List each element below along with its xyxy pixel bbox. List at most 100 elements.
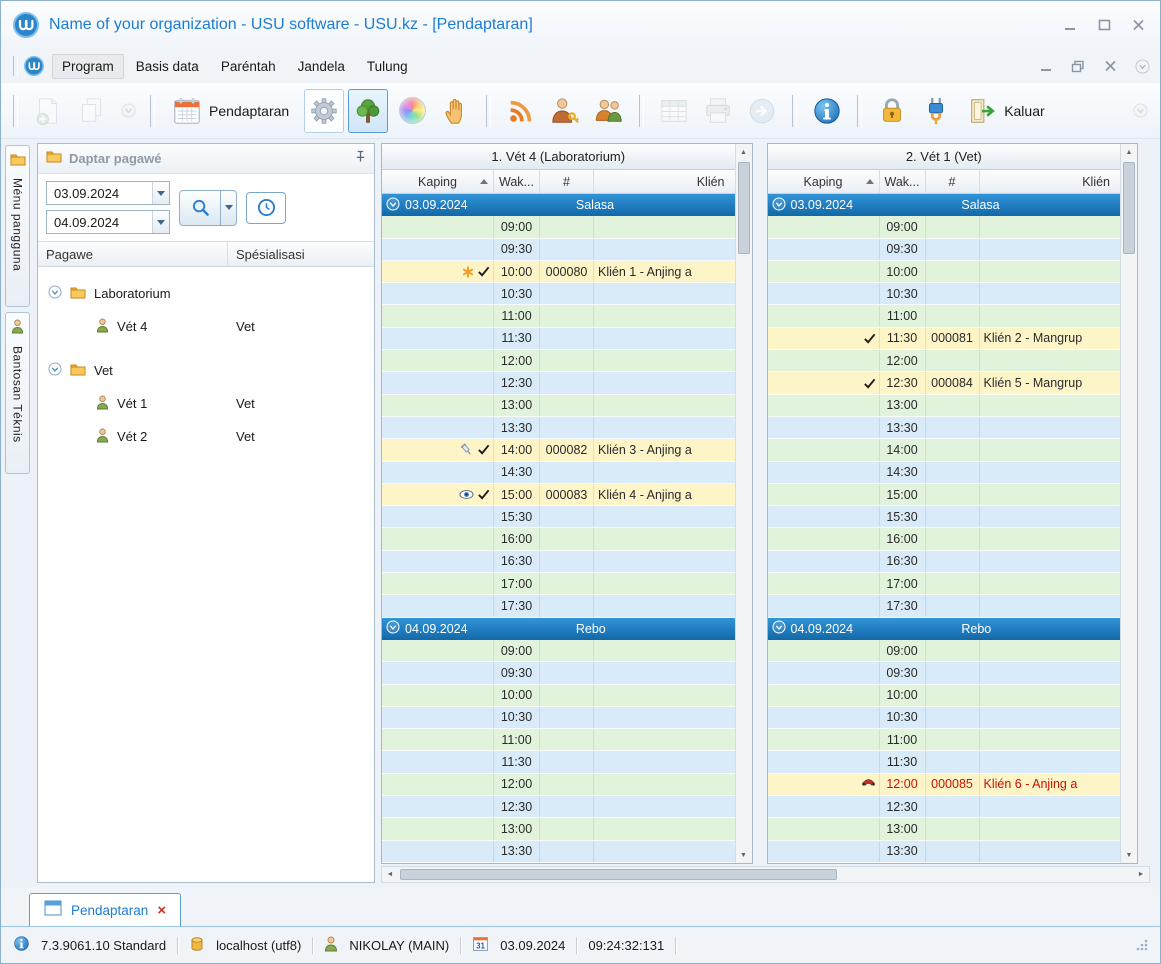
date-row[interactable]: 03.09.2024Salasa (382, 194, 735, 216)
employee-group-row[interactable]: Vet (38, 354, 374, 387)
slot-row[interactable]: 14:00000082Klién 3 - Anjing a (382, 439, 735, 461)
slot-row[interactable]: 11:30 (768, 751, 1121, 773)
slot-row[interactable]: 12:00 (768, 350, 1121, 372)
expand-icon[interactable] (772, 197, 786, 214)
settings-button[interactable] (304, 89, 344, 133)
pin-icon[interactable] (355, 150, 366, 168)
toolbar-more-button[interactable] (1128, 99, 1152, 123)
slot-row[interactable]: 15:00000083Klién 4 - Anjing a (382, 484, 735, 506)
slot-row[interactable]: 16:30 (768, 551, 1121, 573)
scroll-down-button[interactable]: ▼ (736, 847, 752, 863)
side-tab[interactable]: Bantosan Téknis (5, 312, 30, 474)
slot-row[interactable]: 13:00 (382, 395, 735, 417)
dropdown-arrow-icon[interactable] (152, 182, 169, 204)
scroll-right-button[interactable]: ► (1133, 867, 1149, 882)
slot-row[interactable]: 12:00 (382, 350, 735, 372)
expand-icon[interactable] (48, 362, 62, 379)
column-header-time[interactable]: Wak... (494, 170, 540, 193)
subscription-button[interactable] (501, 89, 541, 133)
slot-row[interactable]: 10:30 (382, 707, 735, 729)
slot-row[interactable]: 12:00 (382, 774, 735, 796)
record-actions-button[interactable] (116, 99, 140, 123)
copy-record-button[interactable] (72, 89, 112, 133)
menubar-grip[interactable] (13, 56, 18, 76)
slot-row[interactable]: 16:30 (382, 551, 735, 573)
slot-row[interactable]: 17:30 (768, 595, 1121, 617)
vertical-scrollbar-thumb[interactable] (738, 162, 750, 254)
slot-row[interactable]: 11:30 (382, 328, 735, 350)
side-tab[interactable]: Ménu pangguna (5, 145, 30, 307)
slot-row[interactable]: 14:00 (768, 439, 1121, 461)
print-button[interactable] (698, 89, 738, 133)
employee-row[interactable]: Vét 2Vet (38, 420, 374, 453)
slot-row[interactable]: 13:30 (768, 841, 1121, 863)
minimize-button[interactable] (1062, 18, 1078, 32)
expand-icon[interactable] (386, 620, 400, 637)
dropdown-arrow-icon[interactable] (152, 211, 169, 233)
slot-row[interactable]: 11:00 (382, 305, 735, 327)
search-button[interactable] (179, 190, 221, 226)
schedule-time-button[interactable] (246, 192, 286, 224)
scroll-up-button[interactable]: ▲ (736, 144, 752, 160)
slot-row[interactable]: 15:00 (768, 484, 1121, 506)
horizontal-scrollbar-thumb[interactable] (400, 869, 837, 880)
slot-row[interactable]: 09:30 (768, 662, 1121, 684)
expand-icon[interactable] (772, 620, 786, 637)
mdi-restore-button[interactable] (1070, 59, 1086, 73)
slot-row[interactable]: 10:30 (382, 283, 735, 305)
column-header-number[interactable]: # (540, 170, 594, 193)
table-view-button[interactable] (654, 89, 694, 133)
color-theme-button[interactable] (392, 89, 432, 133)
status-info-icon[interactable] (13, 935, 30, 955)
employee-group-row[interactable]: Laboratorium (38, 277, 374, 310)
scroll-up-button[interactable]: ▲ (1121, 144, 1137, 160)
menu-item[interactable]: Paréntah (211, 54, 286, 79)
users-button[interactable] (589, 89, 629, 133)
slot-row[interactable]: 13:30 (768, 417, 1121, 439)
expand-icon[interactable] (386, 197, 400, 214)
slot-row[interactable]: 09:00 (768, 640, 1121, 662)
exit-button[interactable]: Kaluar (960, 89, 1055, 133)
close-button[interactable] (1130, 18, 1146, 32)
slot-row[interactable]: 10:00000080Klién 1 - Anjing a (382, 261, 735, 283)
slot-row[interactable]: 14:30 (382, 462, 735, 484)
slot-row[interactable]: 13:00 (382, 818, 735, 840)
slot-row[interactable]: 12:30 (768, 796, 1121, 818)
scroll-down-button[interactable]: ▼ (1121, 847, 1137, 863)
slot-row[interactable]: 14:30 (768, 462, 1121, 484)
slot-row[interactable]: 16:00 (382, 528, 735, 550)
employee-row[interactable]: Vét 1Vet (38, 387, 374, 420)
slot-row[interactable]: 10:30 (768, 707, 1121, 729)
maximize-button[interactable] (1096, 18, 1112, 32)
vertical-scrollbar-thumb[interactable] (1123, 162, 1135, 254)
slot-row[interactable]: 12:00000085Klién 6 - Anjing a (768, 774, 1121, 796)
menu-more-button[interactable] (1134, 59, 1150, 73)
tree-view-button[interactable] (348, 89, 388, 133)
slot-row[interactable]: 17:30 (382, 595, 735, 617)
info-button[interactable] (807, 89, 847, 133)
scroll-left-button[interactable]: ◄ (382, 867, 398, 882)
new-record-button[interactable] (28, 89, 68, 133)
date-from-select[interactable]: 03.09.2024 (46, 181, 170, 205)
tab-close-icon[interactable]: × (157, 903, 166, 918)
column-header-time[interactable]: Wak... (880, 170, 926, 193)
slot-row[interactable]: 12:30 (382, 372, 735, 394)
mdi-minimize-button[interactable] (1038, 59, 1054, 73)
search-options-button[interactable] (221, 190, 237, 226)
slot-row[interactable]: 13:00 (768, 818, 1121, 840)
resize-grip[interactable] (1134, 937, 1148, 954)
slot-row[interactable]: 10:00 (768, 685, 1121, 707)
menu-item[interactable]: Tulung (357, 54, 418, 79)
tab-pendaptaran[interactable]: Pendaptaran × (29, 893, 181, 926)
slot-row[interactable]: 09:00 (768, 216, 1121, 238)
vertical-scrollbar[interactable]: ▲▼ (1120, 144, 1137, 863)
slot-row[interactable]: 12:30000084Klién 5 - Mangrup (768, 372, 1121, 394)
column-header-date[interactable]: Kaping (382, 170, 494, 193)
toolbar-grip[interactable] (13, 95, 18, 127)
slot-row[interactable]: 12:30 (382, 796, 735, 818)
export-button[interactable] (742, 89, 782, 133)
slot-row[interactable]: 15:30 (768, 506, 1121, 528)
column-header-pagawe[interactable]: Pagawe (38, 242, 228, 266)
slot-row[interactable]: 11:00 (768, 305, 1121, 327)
slot-row[interactable]: 17:00 (382, 573, 735, 595)
